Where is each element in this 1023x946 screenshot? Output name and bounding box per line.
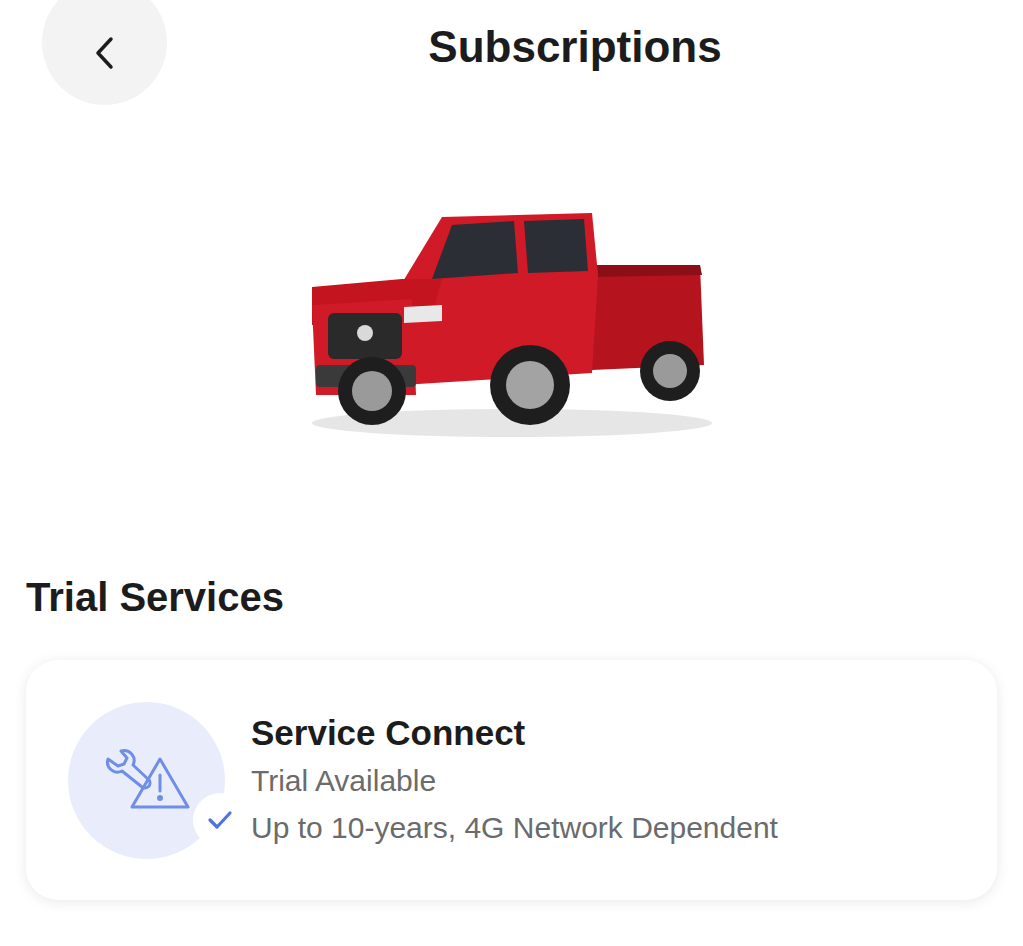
service-status: Trial Available [251, 761, 778, 800]
service-detail: Up to 10-years, 4G Network Dependent [251, 808, 778, 847]
section-title: Trial Services [26, 575, 997, 620]
trial-services-section: Trial Services Service Connect Trial Avail… [0, 575, 1023, 900]
truck-image [292, 195, 732, 445]
service-text: Service Connect Trial Available Up to 10-y… [247, 713, 778, 847]
vehicle-hero [0, 105, 1023, 575]
back-chevron-icon [93, 35, 117, 71]
service-card[interactable]: Service Connect Trial Available Up to 10-y… [26, 660, 997, 900]
back-button[interactable] [42, 0, 167, 105]
subscriptions-screen: Subscriptions Trial Services Service Conne… [0, 0, 1023, 946]
screen-title: Subscriptions [167, 0, 983, 72]
check-icon [205, 805, 235, 835]
header: Subscriptions [0, 0, 1023, 105]
service-name: Service Connect [251, 713, 778, 753]
service-icon-wrap [68, 702, 225, 859]
wrench-warning-icon [102, 745, 192, 815]
check-badge [193, 793, 247, 847]
